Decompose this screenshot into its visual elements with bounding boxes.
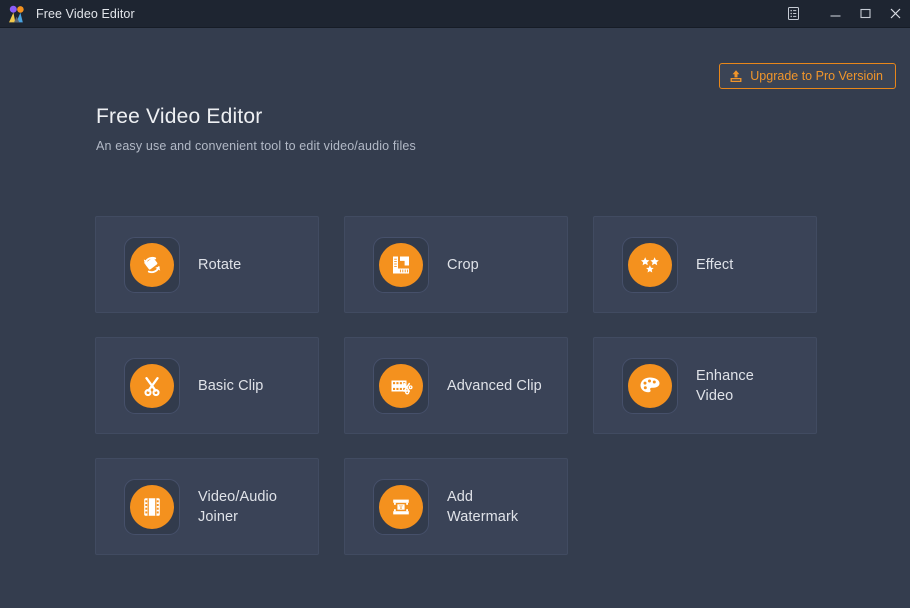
tile-advanced-clip[interactable]: Advanced Clip: [344, 337, 568, 434]
tile-icon-container: T: [373, 478, 429, 535]
crop-icon: [379, 242, 423, 287]
tile-label: Crop: [447, 256, 479, 273]
upload-icon: [729, 69, 743, 83]
tile-rotate[interactable]: Rotate: [95, 216, 319, 313]
svg-text:T: T: [399, 504, 403, 510]
page-title: Free Video Editor: [96, 105, 263, 128]
window-title: Free Video Editor: [36, 6, 135, 21]
tile-basic-clip[interactable]: Basic Clip: [95, 337, 319, 434]
scissors-icon: [130, 363, 174, 408]
tile-label: Video/Audio Joiner: [198, 488, 278, 525]
rotate-icon: [130, 242, 174, 287]
upgrade-button-label: Upgrade to Pro Versioin: [750, 69, 883, 83]
window-controls: [776, 0, 910, 27]
feature-tile-grid: Rotate Crop Effect Basic Clip Advanced C…: [95, 216, 817, 555]
palette-icon: [628, 363, 672, 408]
header-block: Free Video Editor An easy use and conven…: [96, 104, 416, 153]
effect-stars-icon: [628, 242, 672, 287]
main-content: Upgrade to Pro Versioin Free Video Edito…: [0, 28, 910, 608]
page-subtitle: An easy use and convenient tool to edit …: [96, 139, 416, 154]
titlebar: Free Video Editor: [0, 0, 910, 28]
tile-icon-container: [622, 236, 678, 293]
film-scissors-icon: [379, 363, 423, 408]
minimize-icon[interactable]: [820, 0, 850, 28]
tile-label: Basic Clip: [198, 377, 264, 394]
menu-list-icon[interactable]: [776, 0, 810, 28]
tile-icon-container: [373, 357, 429, 414]
close-icon[interactable]: [880, 0, 910, 28]
tile-label: Effect: [696, 256, 734, 273]
app-logo-icon: [7, 4, 27, 24]
tile-crop[interactable]: Crop: [344, 216, 568, 313]
tile-icon-container: [373, 236, 429, 293]
tile-effect[interactable]: Effect: [593, 216, 817, 313]
tile-video-audio-joiner[interactable]: Video/Audio Joiner: [95, 458, 319, 555]
tile-icon-container: [124, 236, 180, 293]
tile-icon-container: [622, 357, 678, 414]
tile-label: Enhance Video: [696, 367, 754, 404]
tile-enhance-video[interactable]: Enhance Video: [593, 337, 817, 434]
tile-label: Add Watermark: [447, 488, 519, 525]
upgrade-to-pro-button[interactable]: Upgrade to Pro Versioin: [719, 63, 896, 89]
tile-icon-container: [124, 357, 180, 414]
tile-add-watermark[interactable]: T Add Watermark: [344, 458, 568, 555]
maximize-icon[interactable]: [850, 0, 880, 28]
film-strip-icon: [130, 484, 174, 529]
tile-icon-container: [124, 478, 180, 535]
tile-label: Rotate: [198, 256, 242, 273]
tile-label: Advanced Clip: [447, 377, 542, 394]
watermark-stamp-icon: T: [379, 484, 423, 529]
